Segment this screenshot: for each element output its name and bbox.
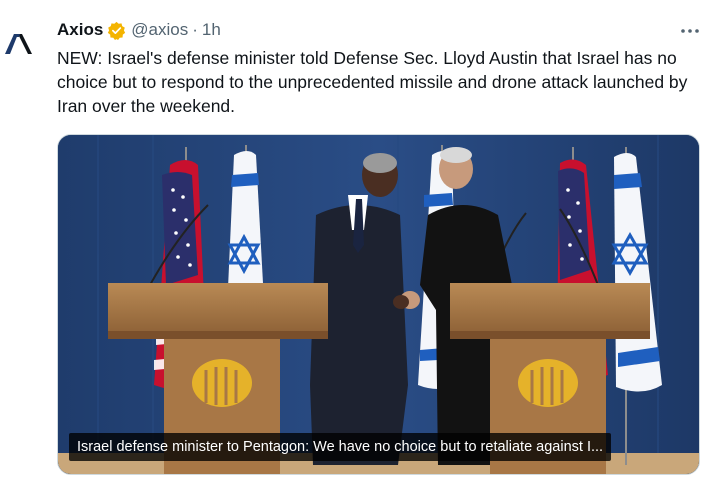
tweet-timestamp[interactable]: 1h (202, 20, 221, 40)
axios-logo-icon (5, 34, 32, 54)
more-options-icon (681, 29, 699, 33)
tweet-text: NEW: Israel's defense minister told Defe… (57, 48, 688, 116)
more-options-button[interactable] (678, 19, 702, 43)
tweet-media-video[interactable]: Israel defense minister to Pentagon: We … (57, 134, 700, 475)
verified-badge-icon[interactable] (107, 21, 126, 40)
author-name[interactable]: Axios (57, 20, 103, 40)
tweet-header: Axios @axios · 1h (57, 19, 221, 41)
author-avatar[interactable] (0, 20, 40, 60)
author-handle[interactable]: @axios (131, 20, 188, 40)
video-caption: Israel defense minister to Pentagon: We … (69, 433, 612, 461)
press-conference-image (58, 135, 699, 474)
header-separator: · (192, 20, 198, 39)
